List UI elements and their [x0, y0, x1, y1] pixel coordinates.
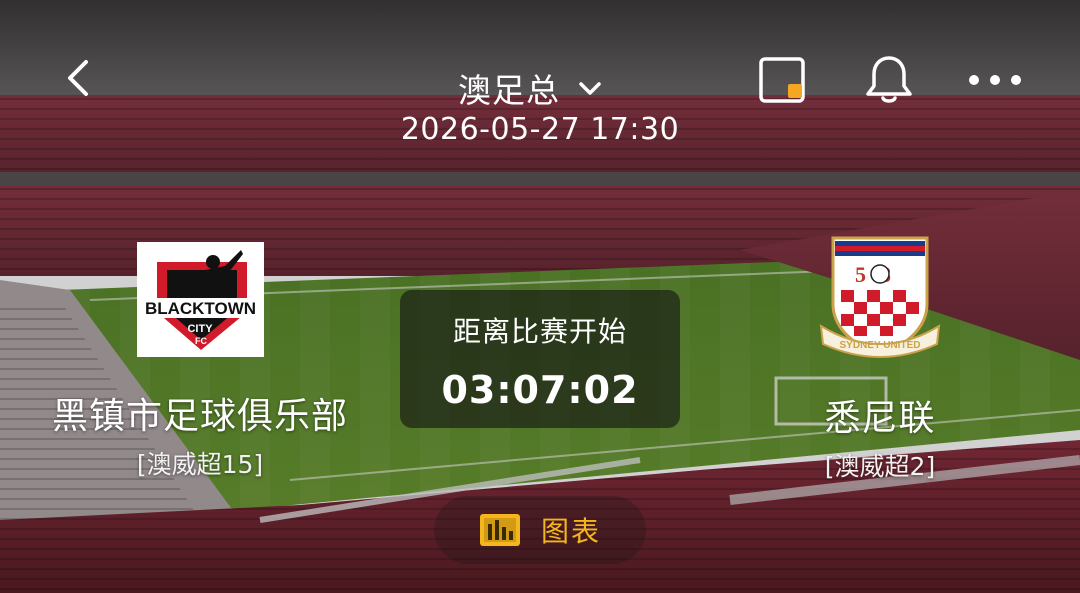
away-team-logo: 58 SYDNEY UNITED	[819, 234, 941, 364]
home-logo-fc: FC	[195, 336, 207, 346]
bell-icon	[866, 56, 912, 103]
back-icon	[68, 60, 88, 96]
away-team-name: 悉尼联	[824, 398, 936, 439]
away-logo-banner: SYDNEY UNITED	[840, 340, 921, 351]
countdown-timer: 03:07:02	[441, 368, 639, 412]
away-team[interactable]: 58 SYDNEY UNITED 悉尼联 [澳威超2]	[760, 234, 1000, 483]
picture-in-picture-button[interactable]	[756, 54, 810, 108]
bar-chart-icon	[479, 513, 521, 547]
countdown-panel: 距离比赛开始 03:07:02	[400, 290, 680, 428]
league-selector[interactable]: 澳足总	[458, 64, 604, 112]
match-datetime: 2026-05-27 17:30	[400, 112, 680, 147]
home-logo-city: CITY	[187, 323, 213, 335]
more-icon	[969, 75, 1021, 85]
home-team[interactable]: BLACKTOWN CITY FC 黑镇市足球俱乐部 [澳威超15]	[40, 242, 360, 481]
countdown-label: 距离比赛开始	[452, 315, 627, 348]
league-title: 澳足总	[458, 71, 560, 110]
picture-in-picture-icon	[759, 57, 805, 103]
more-options-button[interactable]	[966, 66, 1024, 94]
home-team-logo: BLACKTOWN CITY FC	[136, 242, 264, 357]
home-logo-text: BLACKTOWN	[144, 299, 255, 318]
home-team-rank: [澳威超15]	[136, 450, 264, 479]
chart-button[interactable]: 图表	[434, 496, 646, 564]
notification-button[interactable]	[862, 52, 916, 106]
home-team-name: 黑镇市足球俱乐部	[51, 396, 348, 437]
chevron-down-icon	[576, 74, 604, 102]
back-button[interactable]	[58, 56, 102, 100]
away-team-rank: [澳威超2]	[824, 452, 936, 481]
chart-button-label: 图表	[540, 515, 601, 548]
